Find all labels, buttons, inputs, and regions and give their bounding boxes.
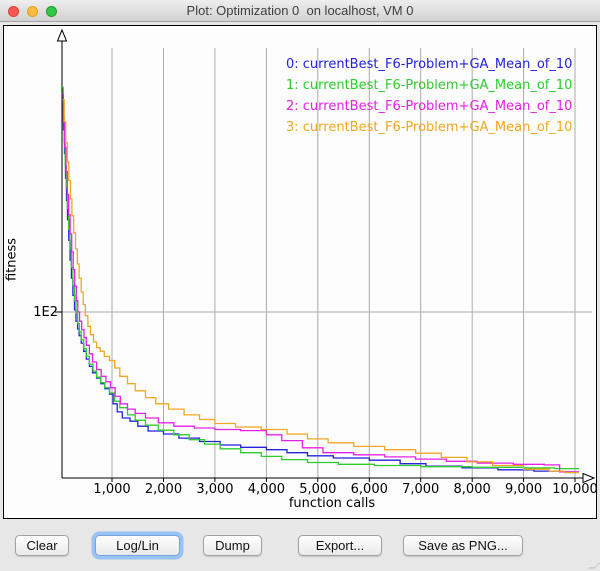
clear-button[interactable]: Clear bbox=[15, 535, 69, 556]
dump-button[interactable]: Dump bbox=[203, 535, 262, 556]
series-line bbox=[63, 100, 579, 473]
button-bar: Clear Log/Lin Dump Export... Save as PNG… bbox=[0, 519, 600, 571]
title-bar[interactable]: Plot: Optimization 0 on localhost, VM 0 bbox=[0, 0, 600, 22]
y-axis-label: fitness bbox=[5, 200, 20, 320]
x-axis-label: function calls bbox=[232, 496, 432, 511]
legend-item: 1: currentBest_F6-Problem+GA_Mean_of_10 bbox=[286, 75, 572, 96]
y-tick-label: 1E2 bbox=[30, 305, 58, 320]
legend-item: 2: currentBest_F6-Problem+GA_Mean_of_10 bbox=[286, 96, 572, 117]
series-line bbox=[62, 100, 579, 473]
chart-legend: 0: currentBest_F6-Problem+GA_Mean_of_101… bbox=[286, 54, 572, 138]
legend-item: 3: currentBest_F6-Problem+GA_Mean_of_10 bbox=[286, 117, 572, 138]
series-line bbox=[62, 94, 579, 472]
log-lin-button[interactable]: Log/Lin bbox=[95, 535, 180, 556]
y-axis-arrow-icon bbox=[58, 30, 67, 41]
x-tick-label: 10,000 bbox=[545, 482, 600, 497]
plot-canvas[interactable]: 0: currentBest_F6-Problem+GA_Mean_of_101… bbox=[3, 25, 597, 519]
window-title: Plot: Optimization 0 on localhost, VM 0 bbox=[0, 3, 600, 18]
export-button[interactable]: Export... bbox=[298, 535, 382, 556]
legend-item: 0: currentBest_F6-Problem+GA_Mean_of_10 bbox=[286, 54, 572, 75]
series-line bbox=[62, 87, 579, 468]
save-as-png-button[interactable]: Save as PNG... bbox=[403, 535, 523, 556]
